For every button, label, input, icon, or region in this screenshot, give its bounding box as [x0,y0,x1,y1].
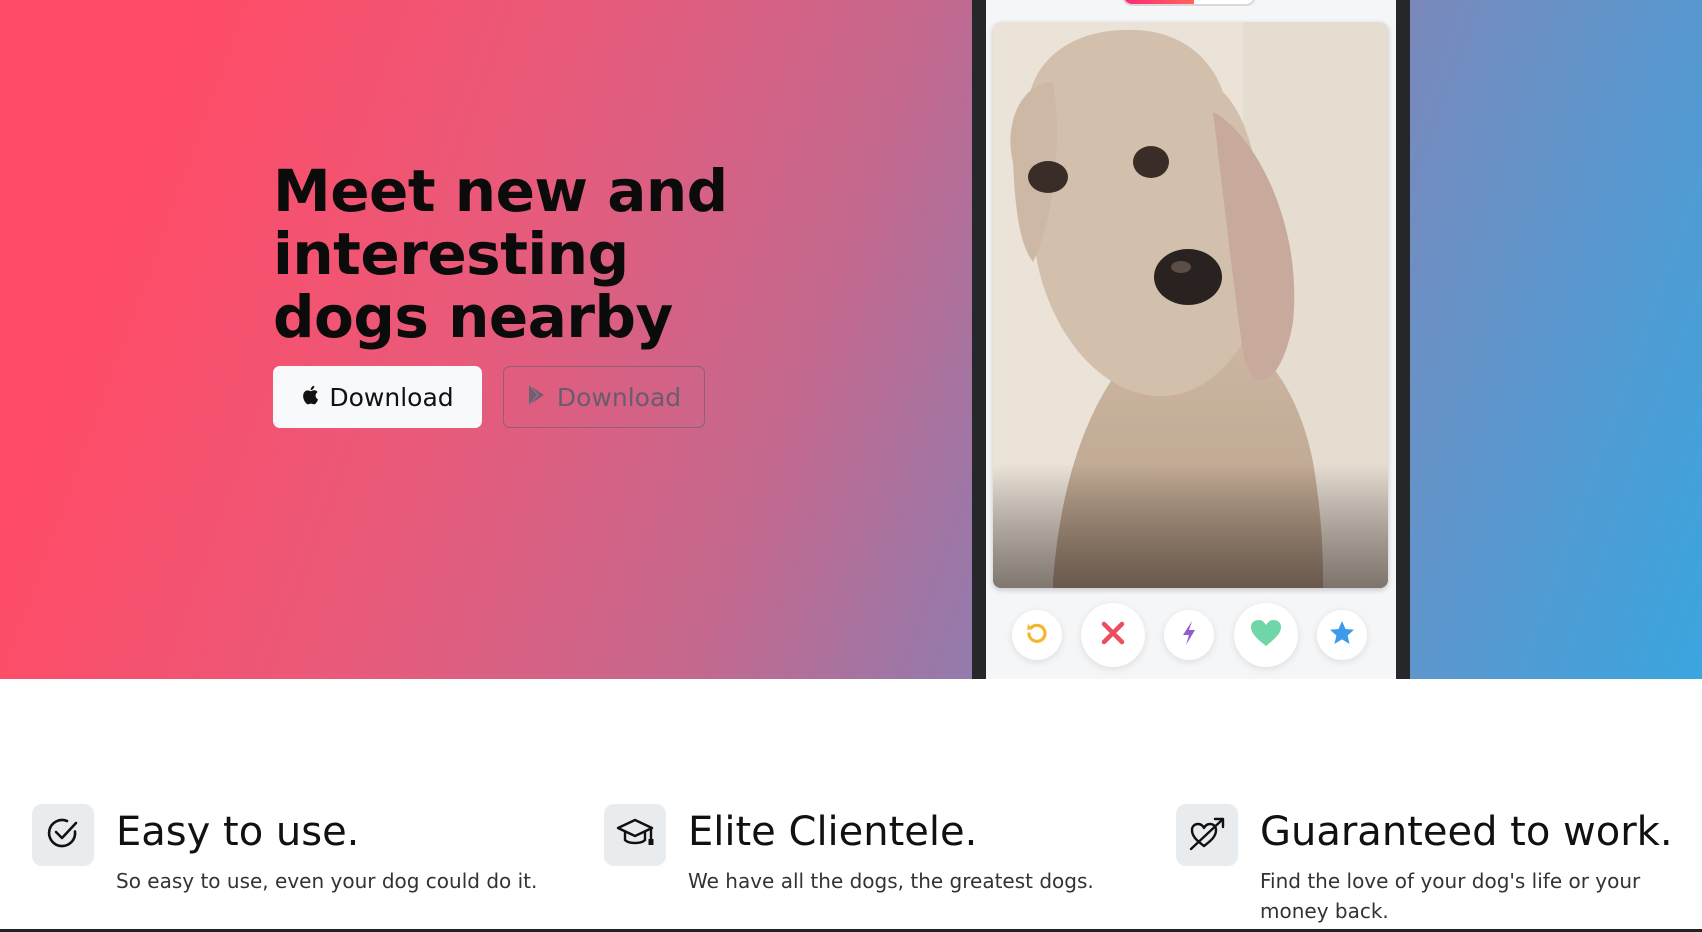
feature-title: Elite Clientele. [688,809,978,855]
rewind-button[interactable] [1012,610,1062,660]
feature-title: Easy to use. [116,809,360,855]
feature-title: Guaranteed to work. [1260,809,1673,855]
feature-icon-tile [32,804,94,866]
feature-description: Find the love of your dog's life or your… [1260,869,1641,923]
star-icon [1328,619,1356,651]
lightning-icon [1179,620,1199,650]
close-icon [1099,619,1127,651]
google-play-download-button[interactable]: Download [503,366,705,428]
app-toggle [1122,0,1256,6]
feature-icon-tile [1176,804,1238,866]
heart-icon [1250,619,1282,651]
swipe-actions [986,600,1396,670]
app-store-download-label: Download [329,382,454,412]
super-like-button[interactable] [1317,610,1367,660]
app-store-download-button[interactable]: Download [273,366,482,428]
like-button[interactable] [1234,603,1298,667]
google-play-icon [527,383,549,412]
heart-arrow-icon [1188,815,1226,855]
rewind-icon [1024,620,1050,650]
feature-description: We have all the dogs, the greatest dogs. [688,869,1094,893]
nope-button[interactable] [1081,603,1145,667]
feature-description: So easy to use, even your dog could do i… [116,869,538,893]
feature-icon-tile [604,804,666,866]
graduation-cap-icon [616,816,654,854]
dog-photo [993,22,1388,588]
check-circle-icon [46,816,80,854]
google-play-download-label: Download [556,382,682,412]
apple-icon [301,383,321,412]
hero-section: Meet new and interesting dogs nearby Dow… [0,0,1702,679]
hero-title: Meet new and interesting dogs nearby [273,157,728,351]
boost-button[interactable] [1164,610,1214,660]
